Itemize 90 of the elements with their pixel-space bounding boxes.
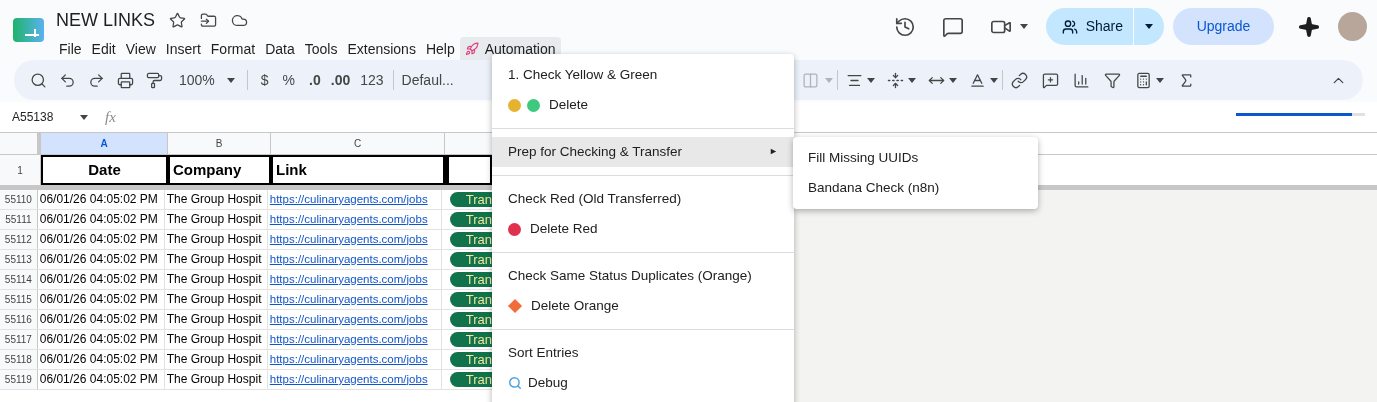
- status-pill[interactable]: Tran: [449, 332, 492, 347]
- header-cell: Company: [168, 155, 271, 185]
- column-header[interactable]: B: [168, 133, 271, 154]
- currency-button[interactable]: $: [255, 69, 274, 91]
- company-cell: The Group Hospit: [164, 210, 268, 229]
- menu-option[interactable]: 1. Check Yellow & Green: [492, 60, 794, 90]
- menu-option[interactable]: Sort Entries: [492, 338, 794, 368]
- link[interactable]: https://culinaryagents.com/jobs: [269, 330, 428, 349]
- company-cell: The Group Hospit: [164, 370, 268, 389]
- column-header[interactable]: A: [41, 133, 168, 154]
- status-pill[interactable]: Tran: [449, 312, 492, 327]
- row-number[interactable]: 55119: [0, 370, 38, 389]
- document-title[interactable]: NEW LINKS: [56, 7, 156, 34]
- company-cell: The Group Hospit: [164, 230, 268, 249]
- menu-option[interactable]: Check Red (Old Transferred): [492, 184, 794, 214]
- company-cell: The Group Hospit: [164, 190, 268, 209]
- header-cell: Link: [271, 155, 445, 185]
- menu-item[interactable]: Extensions: [342, 37, 421, 61]
- link[interactable]: https://culinaryagents.com/jobs: [269, 230, 428, 249]
- percent-button[interactable]: %: [277, 69, 301, 91]
- header-cell: Date: [41, 155, 168, 185]
- link[interactable]: https://culinaryagents.com/jobs: [269, 310, 428, 329]
- date-cell: 06/01/26 04:05:02 PM: [37, 310, 165, 329]
- menu-item[interactable]: Help: [420, 37, 460, 61]
- upgrade-button[interactable]: Upgrade: [1173, 8, 1274, 45]
- menu-option[interactable]: Check Same Status Duplicates (Orange): [492, 261, 794, 291]
- status-pill[interactable]: Tran: [449, 192, 492, 207]
- status-pill[interactable]: Tran: [449, 292, 492, 307]
- increase-decimal-button[interactable]: .00: [325, 69, 356, 91]
- date-cell: 06/01/26 04:05:02 PM: [37, 330, 165, 349]
- decrease-decimal-button[interactable]: .0: [304, 69, 326, 91]
- date-cell: 06/01/26 04:05:02 PM: [37, 370, 165, 389]
- date-cell: 06/01/26 04:05:02 PM: [37, 250, 165, 269]
- date-cell: 06/01/26 04:05:02 PM: [37, 270, 165, 289]
- row-number[interactable]: 55118: [0, 350, 38, 369]
- link[interactable]: https://culinaryagents.com/jobs: [269, 250, 428, 269]
- submenu-arrow: ►: [769, 145, 778, 159]
- company-cell: The Group Hospit: [164, 270, 268, 289]
- status-pill[interactable]: Tran: [449, 232, 492, 247]
- status-pill[interactable]: Tran: [449, 372, 492, 387]
- menu-option[interactable]: Fill Missing UUIDs: [793, 143, 1038, 173]
- link[interactable]: https://culinaryagents.com/jobs: [269, 210, 428, 229]
- company-cell: The Group Hospit: [164, 350, 268, 369]
- row-number[interactable]: 55114: [0, 270, 38, 289]
- row-number[interactable]: 55113: [0, 250, 38, 269]
- link[interactable]: https://culinaryagents.com/jobs: [269, 190, 428, 209]
- menu-option[interactable]: Delete Red: [492, 214, 794, 244]
- number-format-button[interactable]: 123: [355, 69, 389, 91]
- name-box[interactable]: A55138: [12, 108, 80, 126]
- link[interactable]: https://culinaryagents.com/jobs: [269, 270, 428, 289]
- font-dropdown[interactable]: Defaul...: [397, 69, 458, 91]
- company-cell: The Group Hospit: [164, 290, 268, 309]
- status-pill[interactable]: Tran: [449, 212, 492, 227]
- date-cell: 06/01/26 04:05:02 PM: [37, 350, 165, 369]
- menu-option[interactable]: Delete: [492, 90, 794, 120]
- status-pill[interactable]: Tran: [449, 352, 492, 367]
- company-cell: The Group Hospit: [164, 310, 268, 329]
- status-pill[interactable]: Tran: [449, 272, 492, 287]
- date-cell: 06/01/26 04:05:02 PM: [37, 230, 165, 249]
- menu-item[interactable]: View: [120, 37, 161, 61]
- menu-item[interactable]: Tools: [299, 37, 343, 61]
- link[interactable]: https://culinaryagents.com/jobs: [269, 350, 428, 369]
- row-number[interactable]: 1: [0, 155, 41, 185]
- date-cell: 06/01/26 04:05:02 PM: [37, 190, 165, 209]
- menu-item[interactable]: Format: [205, 37, 261, 61]
- zoom-dropdown[interactable]: 100%: [171, 69, 243, 91]
- link[interactable]: https://culinaryagents.com/jobs: [269, 370, 428, 389]
- menu-item[interactable]: Edit: [86, 37, 121, 61]
- date-cell: 06/01/26 04:05:02 PM: [37, 210, 165, 229]
- row-number[interactable]: 55111: [0, 210, 38, 229]
- row-number[interactable]: 55115: [0, 290, 38, 309]
- row-number[interactable]: 55116: [0, 310, 38, 329]
- menu-option[interactable]: Debug: [492, 368, 794, 398]
- row-number[interactable]: 55112: [0, 230, 38, 249]
- share-button[interactable]: Share: [1045, 8, 1133, 45]
- menu-item[interactable]: Data: [260, 37, 300, 61]
- menu-option[interactable]: Bandana Check (n8n): [793, 173, 1038, 203]
- menu-option[interactable]: Delete Orange: [492, 291, 794, 321]
- date-cell: 06/01/26 04:05:02 PM: [37, 290, 165, 309]
- company-cell: The Group Hospit: [164, 250, 268, 269]
- menu-option[interactable]: Prep for Checking & Transfer ►: [492, 137, 794, 167]
- menu-item[interactable]: File: [54, 37, 87, 61]
- menu-item[interactable]: Insert: [160, 37, 206, 61]
- row-number[interactable]: 55110: [0, 190, 38, 209]
- column-header[interactable]: C: [271, 133, 445, 154]
- function-label: fx: [105, 107, 116, 127]
- row-number[interactable]: 55117: [0, 330, 38, 349]
- company-cell: The Group Hospit: [164, 330, 268, 349]
- link[interactable]: https://culinaryagents.com/jobs: [269, 290, 428, 309]
- status-pill[interactable]: Tran: [449, 252, 492, 267]
